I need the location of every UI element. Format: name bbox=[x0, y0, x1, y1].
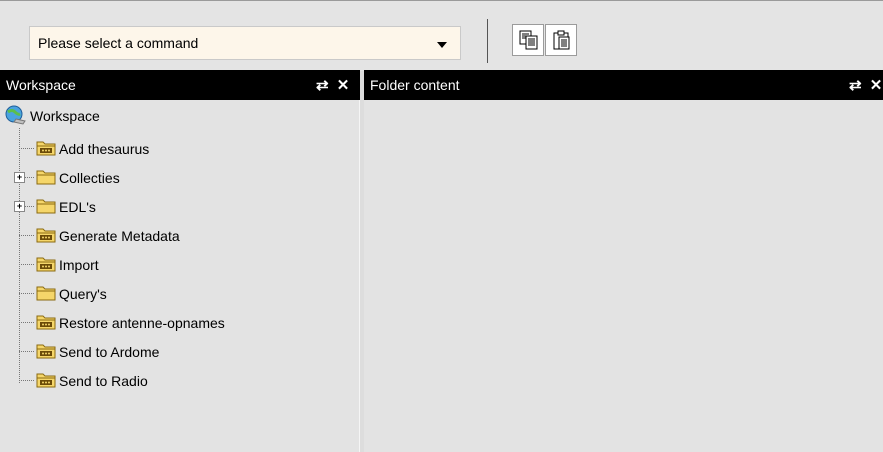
tree-connector bbox=[19, 264, 34, 265]
close-icon[interactable]: ✕ bbox=[337, 76, 350, 94]
globe-icon bbox=[5, 105, 26, 125]
paste-icon bbox=[553, 30, 570, 50]
close-icon[interactable]: ✕ bbox=[870, 76, 883, 94]
tree-item-label: Add thesaurus bbox=[59, 141, 150, 157]
command-select-value: Please select a command bbox=[38, 35, 199, 51]
tree-item-label: Query's bbox=[59, 286, 107, 302]
tree-item-label: EDL's bbox=[59, 199, 96, 215]
tree-item-label: Send to Radio bbox=[59, 373, 148, 389]
paste-button[interactable] bbox=[545, 24, 577, 56]
tree-item-label: Import bbox=[59, 257, 99, 273]
folder-content-area bbox=[364, 100, 883, 452]
workspace-header-controls: ⇄ ✕ bbox=[312, 76, 349, 94]
folder-content-panel-title: Folder content bbox=[370, 77, 460, 93]
workspace-panel-title: Workspace bbox=[6, 77, 76, 93]
command-select[interactable]: Please select a command bbox=[29, 26, 461, 60]
tree-connector bbox=[19, 380, 34, 381]
action-folder-icon bbox=[36, 373, 56, 388]
toolbar-separator bbox=[487, 19, 488, 63]
expand-icon[interactable]: + bbox=[14, 172, 25, 183]
action-folder-icon bbox=[36, 315, 56, 330]
folder-content-header-controls: ⇄ ✕ bbox=[845, 76, 882, 94]
tree-connector bbox=[19, 148, 34, 149]
chevron-down-icon[interactable] bbox=[437, 42, 447, 48]
tree-item-label: Generate Metadata bbox=[59, 228, 180, 244]
tree-connector bbox=[19, 322, 34, 323]
tree-item-label: Restore antenne-opnames bbox=[59, 315, 225, 331]
tree-connector bbox=[19, 128, 20, 383]
copy-button[interactable] bbox=[512, 24, 544, 56]
action-folder-icon bbox=[36, 344, 56, 359]
folder-icon bbox=[36, 286, 56, 301]
refresh-icon[interactable]: ⇄ bbox=[316, 76, 329, 94]
toolbar: Please select a command bbox=[0, 0, 883, 71]
folder-icon bbox=[36, 170, 56, 185]
copy-icon bbox=[519, 30, 538, 50]
folder-icon bbox=[36, 199, 56, 214]
action-folder-icon bbox=[36, 228, 56, 243]
workspace-tree-panel: Workspace Add thesaurus + Collecties + EDL's… bbox=[0, 100, 360, 452]
tree-item-label: Collecties bbox=[59, 170, 120, 186]
workspace-panel-header: Workspace ⇄ ✕ bbox=[0, 70, 360, 100]
tree-connector bbox=[19, 351, 34, 352]
action-folder-icon bbox=[36, 257, 56, 272]
refresh-icon[interactable]: ⇄ bbox=[849, 76, 862, 94]
tree-connector bbox=[19, 235, 34, 236]
expand-icon[interactable]: + bbox=[14, 201, 25, 212]
tree-item-label: Send to Ardome bbox=[59, 344, 160, 360]
tree-connector bbox=[19, 293, 34, 294]
action-folder-icon bbox=[36, 141, 56, 156]
tree-root-label: Workspace bbox=[30, 108, 100, 124]
folder-content-panel-header: Folder content ⇄ ✕ bbox=[364, 70, 883, 100]
